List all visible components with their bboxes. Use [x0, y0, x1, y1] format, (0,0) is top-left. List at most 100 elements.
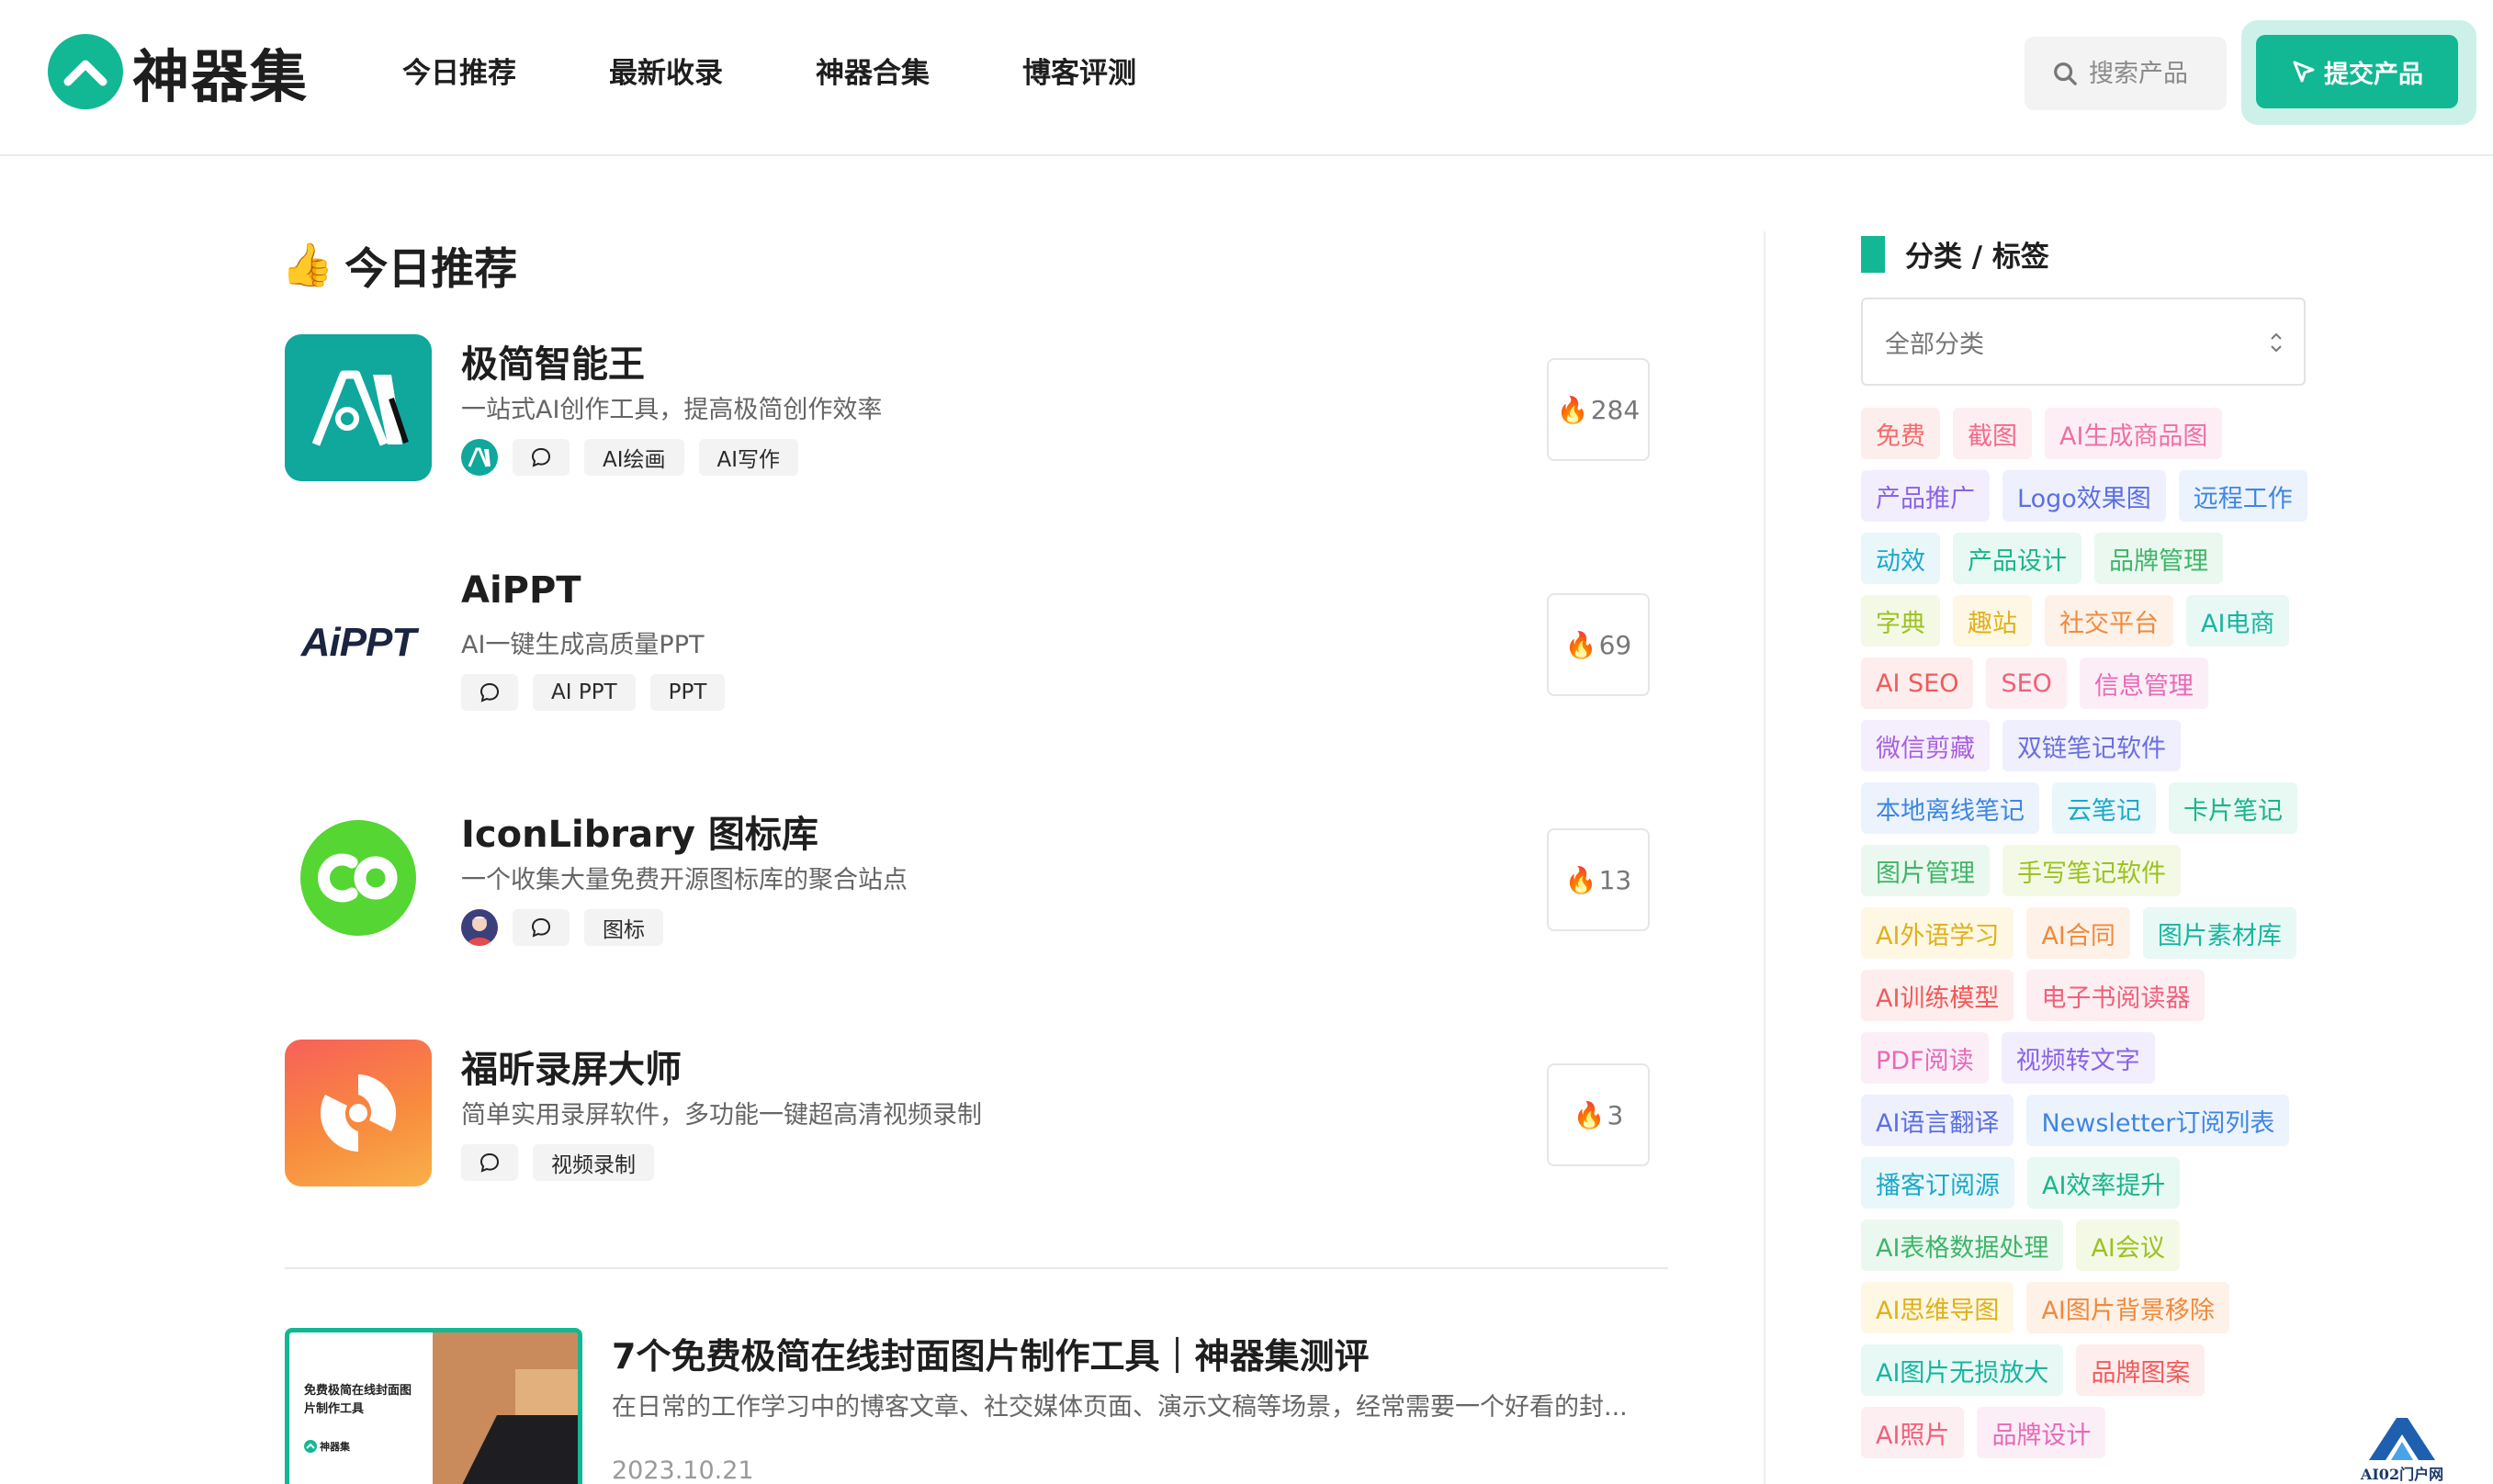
column-divider	[1764, 231, 1765, 1484]
cover-brand: 神器集	[304, 1439, 350, 1454]
tag-chip[interactable]: 社交平台	[2045, 595, 2173, 646]
product-card[interactable]: 福昕录屏大师 简单实用录屏软件，多功能一键超高清视频录制 视频录制 🔥 3	[285, 1040, 1653, 1188]
tag-chip[interactable]: 信息管理	[2079, 658, 2208, 709]
product-card[interactable]: IconLibrary 图标库 一个收集大量免费开源图标库的聚合站点 图标 🔥 …	[285, 804, 1653, 953]
tag-chip[interactable]: AI效率提升	[2027, 1157, 2181, 1209]
tag-chip[interactable]: AI会议	[2076, 1220, 2180, 1271]
tag-chip[interactable]: 双链笔记软件	[2002, 720, 2181, 771]
tag-chip[interactable]: 产品设计	[1953, 533, 2081, 584]
tag-chip[interactable]: 远程工作	[2178, 470, 2307, 522]
tag-chip[interactable]: PPT	[649, 674, 726, 711]
tag-chip[interactable]: SEO	[1986, 658, 2067, 709]
tag-chip[interactable]: AI PPT	[533, 674, 636, 711]
search-box[interactable]	[2025, 37, 2227, 110]
tag-chip[interactable]: AI语言翻译	[1861, 1095, 2014, 1146]
product-name[interactable]: IconLibrary 图标库	[461, 804, 818, 858]
thumbs-up-icon: 👍	[281, 240, 334, 289]
tag-chip[interactable]: AI绘画	[584, 439, 684, 476]
product-name[interactable]: AiPPT	[461, 569, 581, 612]
category-select[interactable]: 全部分类	[1861, 298, 2306, 386]
tag-chip[interactable]: 品牌管理	[2094, 533, 2223, 584]
tag-chip[interactable]: 截图	[1953, 408, 2032, 459]
product-logo[interactable]	[285, 804, 432, 951]
tag-chip[interactable]: AI思维导图	[1861, 1282, 2014, 1333]
product-tags: 图标	[461, 909, 678, 946]
blog-cover-image[interactable]: 免费极简在线封面图片制作工具 神器集	[285, 1328, 582, 1484]
avatar[interactable]	[461, 439, 498, 476]
comment-button[interactable]	[513, 439, 570, 476]
blog-date: 2023.10.21	[612, 1456, 754, 1484]
tag-chip[interactable]: AI合同	[2026, 907, 2130, 959]
nav-collections[interactable]: 神器合集	[816, 51, 930, 96]
tag-chip[interactable]: PDF阅读	[1861, 1032, 1989, 1084]
tag-chip[interactable]: Newsletter订阅列表	[2026, 1095, 2290, 1146]
tag-chip[interactable]: Logo效果图	[2002, 470, 2166, 522]
tag-chip[interactable]: 卡片笔记	[2169, 782, 2297, 834]
product-logo[interactable]	[285, 1040, 432, 1186]
tag-chip[interactable]: AI表格数据处理	[1861, 1220, 2064, 1271]
tag-chip[interactable]: 本地离线笔记	[1861, 782, 2039, 834]
tag-chip[interactable]: AI图片无损放大	[1861, 1344, 2064, 1396]
laptop-photo	[433, 1332, 578, 1484]
blog-title[interactable]: 7个免费极简在线封面图片制作工具｜神器集测评	[612, 1328, 1369, 1378]
comment-button[interactable]	[461, 1144, 518, 1181]
tag-chip[interactable]: 品牌图案	[2076, 1344, 2205, 1396]
product-card[interactable]: AiPPT AiPPT AI一键生成高质量PPT AI PPT PPT 🔥 69	[285, 569, 1653, 718]
hot-count-button[interactable]: 🔥 69	[1547, 593, 1650, 696]
tag-chip[interactable]: 品牌设计	[1977, 1407, 2106, 1458]
tag-chip[interactable]: 图标	[584, 909, 663, 946]
product-logo[interactable]: AiPPT	[285, 569, 432, 716]
tag-chip[interactable]: 手写笔记软件	[2002, 845, 2181, 896]
product-name[interactable]: 极简智能王	[461, 334, 645, 388]
logo-chevron-icon	[48, 34, 123, 109]
submit-product-button[interactable]: 提交产品	[2256, 35, 2458, 108]
comment-icon	[479, 682, 500, 703]
watermark: AI02门户网	[2352, 1414, 2453, 1484]
record-logo-icon	[320, 1074, 397, 1152]
tag-chip[interactable]: 图片管理	[1861, 845, 1990, 896]
site-logo[interactable]: 神器集	[48, 33, 309, 110]
hot-count-button[interactable]: 🔥 13	[1547, 828, 1650, 931]
tag-chip[interactable]: 动效	[1861, 533, 1940, 584]
tag-chip[interactable]: AI照片	[1861, 1407, 1965, 1458]
tag-chip[interactable]: 免费	[1861, 408, 1940, 459]
cursor-icon	[2293, 61, 2315, 83]
tag-chip[interactable]: AI训练模型	[1861, 970, 2014, 1021]
product-desc: 简单实用录屏软件，多功能一键超高清视频录制	[461, 1101, 982, 1130]
logo-text: 神器集	[132, 43, 310, 110]
product-name[interactable]: 福昕录屏大师	[461, 1040, 682, 1093]
tag-chip[interactable]: 云笔记	[2052, 782, 2156, 834]
product-card[interactable]: 极简智能王 一站式AI创作工具，提高极简创作效率 AI绘画 AI写作 🔥 284	[285, 334, 1653, 483]
avatar[interactable]	[461, 909, 498, 946]
tag-chip[interactable]: 产品推广	[1861, 470, 1990, 522]
hot-count-button[interactable]: 🔥 3	[1547, 1063, 1650, 1166]
nav-latest[interactable]: 最新收录	[609, 51, 723, 96]
tag-chip[interactable]: AI写作	[698, 439, 799, 476]
search-input[interactable]	[2089, 59, 2227, 88]
aippt-logo-text: AiPPT	[300, 620, 417, 665]
tag-chip[interactable]: AI生成商品图	[2045, 408, 2223, 459]
blog-card[interactable]: 免费极简在线封面图片制作工具 神器集 7个免费极简在线封面图片制作工具｜神器集测…	[285, 1328, 1663, 1484]
tag-chip[interactable]: 视频录制	[533, 1144, 654, 1181]
tag-chip[interactable]: 微信剪藏	[1861, 720, 1990, 771]
nav-blog[interactable]: 博客评测	[1022, 51, 1136, 96]
tag-chip[interactable]: AI电商	[2186, 595, 2290, 646]
tag-chip[interactable]: 字典	[1861, 595, 1940, 646]
tag-chip[interactable]: AI外语学习	[1861, 907, 2014, 959]
nav-today[interactable]: 今日推荐	[402, 51, 516, 96]
hot-count: 284	[1590, 394, 1641, 425]
tag-chip[interactable]: 图片素材库	[2142, 907, 2296, 959]
tag-chip[interactable]: 电子书阅读器	[2026, 970, 2205, 1021]
submit-button-halo: 提交产品	[2241, 20, 2476, 125]
tag-chip[interactable]: 趣站	[1953, 595, 2032, 646]
comment-button[interactable]	[513, 909, 570, 946]
tag-chip[interactable]: 视频转文字	[2001, 1032, 2155, 1084]
hot-count: 69	[1598, 629, 1632, 660]
fire-icon: 🔥	[1573, 1099, 1606, 1130]
hot-count-button[interactable]: 🔥 284	[1547, 358, 1650, 461]
product-logo[interactable]	[285, 334, 432, 481]
tag-chip[interactable]: AI SEO	[1861, 658, 1974, 709]
comment-button[interactable]	[461, 674, 518, 711]
tag-chip[interactable]: 播客订阅源	[1861, 1157, 2014, 1209]
tag-chip[interactable]: AI图片背景移除	[2026, 1282, 2229, 1333]
